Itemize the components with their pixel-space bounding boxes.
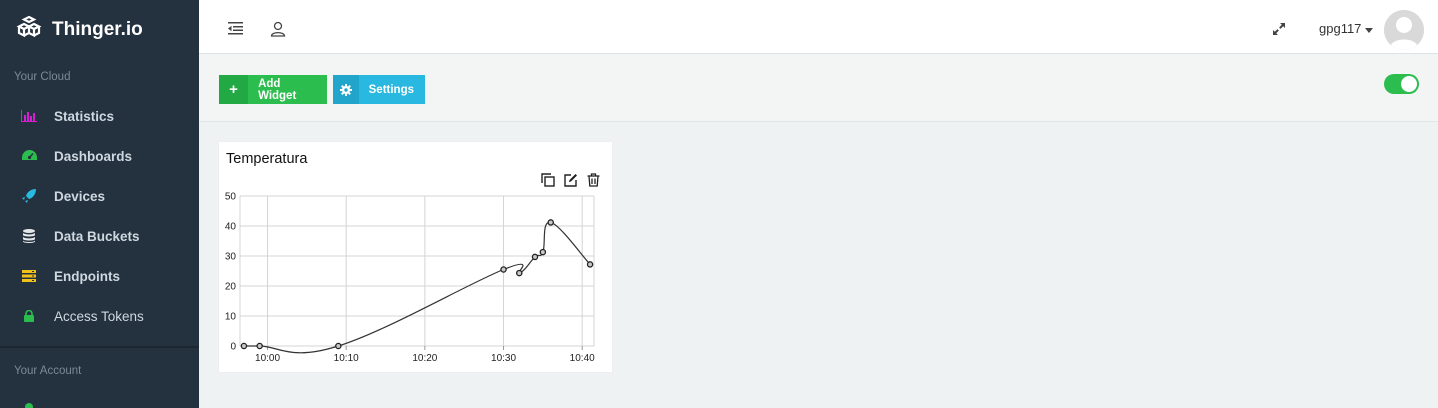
sidebar-divider — [0, 346, 199, 348]
add-widget-label: Add Widget — [258, 77, 297, 102]
sidebar-item-label: Endpoints — [54, 268, 120, 284]
chart-widget: Temperatura 0 10 20 30 40 50 10:00 10:10 10:20 10… — [219, 142, 612, 372]
dashboard-toolbar: + Add Widget Settings — [199, 54, 1438, 122]
fullscreen-icon[interactable] — [1272, 22, 1290, 38]
sidebar-item-dashboards[interactable]: Dashboards — [0, 136, 199, 176]
y-tick-label: 30 — [225, 252, 237, 263]
brand-name: Thinger.io — [52, 19, 143, 40]
widget-title: Temperatura — [226, 151, 308, 167]
sidebar-item-label: Access Tokens — [54, 308, 144, 324]
x-tick-label: 10:10 — [334, 353, 359, 364]
temperature-chart: 0 10 20 30 40 50 10:00 10:10 10:20 10:30 10:40 — [225, 192, 595, 365]
user-menu[interactable]: gpg117 — [1319, 21, 1374, 36]
settings-label: Settings — [368, 83, 414, 96]
sidebar-item-label: Dashboards — [54, 148, 133, 164]
trash-icon[interactable] — [587, 173, 601, 187]
data-point — [256, 342, 263, 350]
widget-actions — [541, 173, 601, 187]
y-tick-label: 0 — [230, 342, 236, 353]
sidebar-nav: Statistics Dashboards Devices Data Bucke… — [0, 96, 199, 336]
data-point — [516, 269, 523, 277]
data-point — [335, 342, 342, 350]
plus-icon: + — [219, 75, 249, 104]
bar-chart-icon — [20, 110, 38, 122]
series-line — [243, 221, 591, 354]
x-tick-label: 10:20 — [412, 353, 437, 364]
rocket-icon — [20, 189, 38, 203]
data-point — [547, 219, 554, 226]
data-point — [531, 253, 539, 261]
sidebar: Thinger.io Your Cloud Statistics Dashboa… — [0, 0, 199, 408]
sidebar-item-label: Devices — [54, 188, 106, 204]
section-label-account: Your Account — [14, 365, 82, 377]
brand[interactable]: Thinger.io — [16, 15, 143, 45]
gear-icon — [333, 75, 359, 104]
edit-mode-toggle[interactable] — [1384, 74, 1419, 94]
lock-icon — [20, 310, 38, 322]
sidebar-collapse-icon[interactable] — [228, 21, 246, 37]
x-tick-label: 10:30 — [491, 353, 516, 364]
profile-icon — [25, 403, 33, 408]
cubes-logo-icon — [16, 15, 42, 44]
database-icon — [20, 229, 38, 243]
y-tick-label: 10 — [225, 312, 237, 323]
sidebar-item-label: Statistics — [54, 108, 115, 124]
sidebar-item-endpoints[interactable]: Endpoints — [0, 256, 199, 296]
y-tick-label: 20 — [225, 282, 237, 293]
y-tick-label: 50 — [225, 192, 237, 203]
section-label-cloud: Your Cloud — [14, 71, 71, 83]
server-icon — [20, 270, 38, 282]
copy-icon[interactable] — [541, 173, 555, 187]
sidebar-item-data-buckets[interactable]: Data Buckets — [0, 216, 199, 256]
data-point — [240, 342, 248, 350]
username: gpg117 — [1319, 21, 1362, 36]
data-point — [539, 248, 547, 256]
sidebar-item-access-tokens[interactable]: Access Tokens — [0, 296, 199, 336]
toggle-knob — [1401, 76, 1417, 92]
sidebar-item-devices[interactable]: Devices — [0, 176, 199, 216]
settings-button[interactable]: Settings — [333, 75, 425, 104]
sidebar-item-label: Data Buckets — [54, 228, 140, 244]
y-tick-label: 40 — [225, 222, 237, 233]
data-point — [586, 261, 594, 268]
add-widget-button[interactable]: + Add Widget — [219, 75, 327, 104]
user-icon[interactable] — [270, 21, 288, 37]
data-point — [500, 266, 507, 273]
avatar[interactable] — [1384, 10, 1424, 50]
x-tick-label: 10:40 — [570, 353, 595, 364]
top-bar: gpg117 — [199, 5, 1438, 54]
dashboard-icon — [20, 150, 38, 162]
sidebar-item-statistics[interactable]: Statistics — [0, 96, 199, 136]
edit-icon[interactable] — [564, 173, 578, 187]
caret-down-icon — [1365, 21, 1374, 36]
x-tick-label: 10:00 — [255, 353, 280, 364]
